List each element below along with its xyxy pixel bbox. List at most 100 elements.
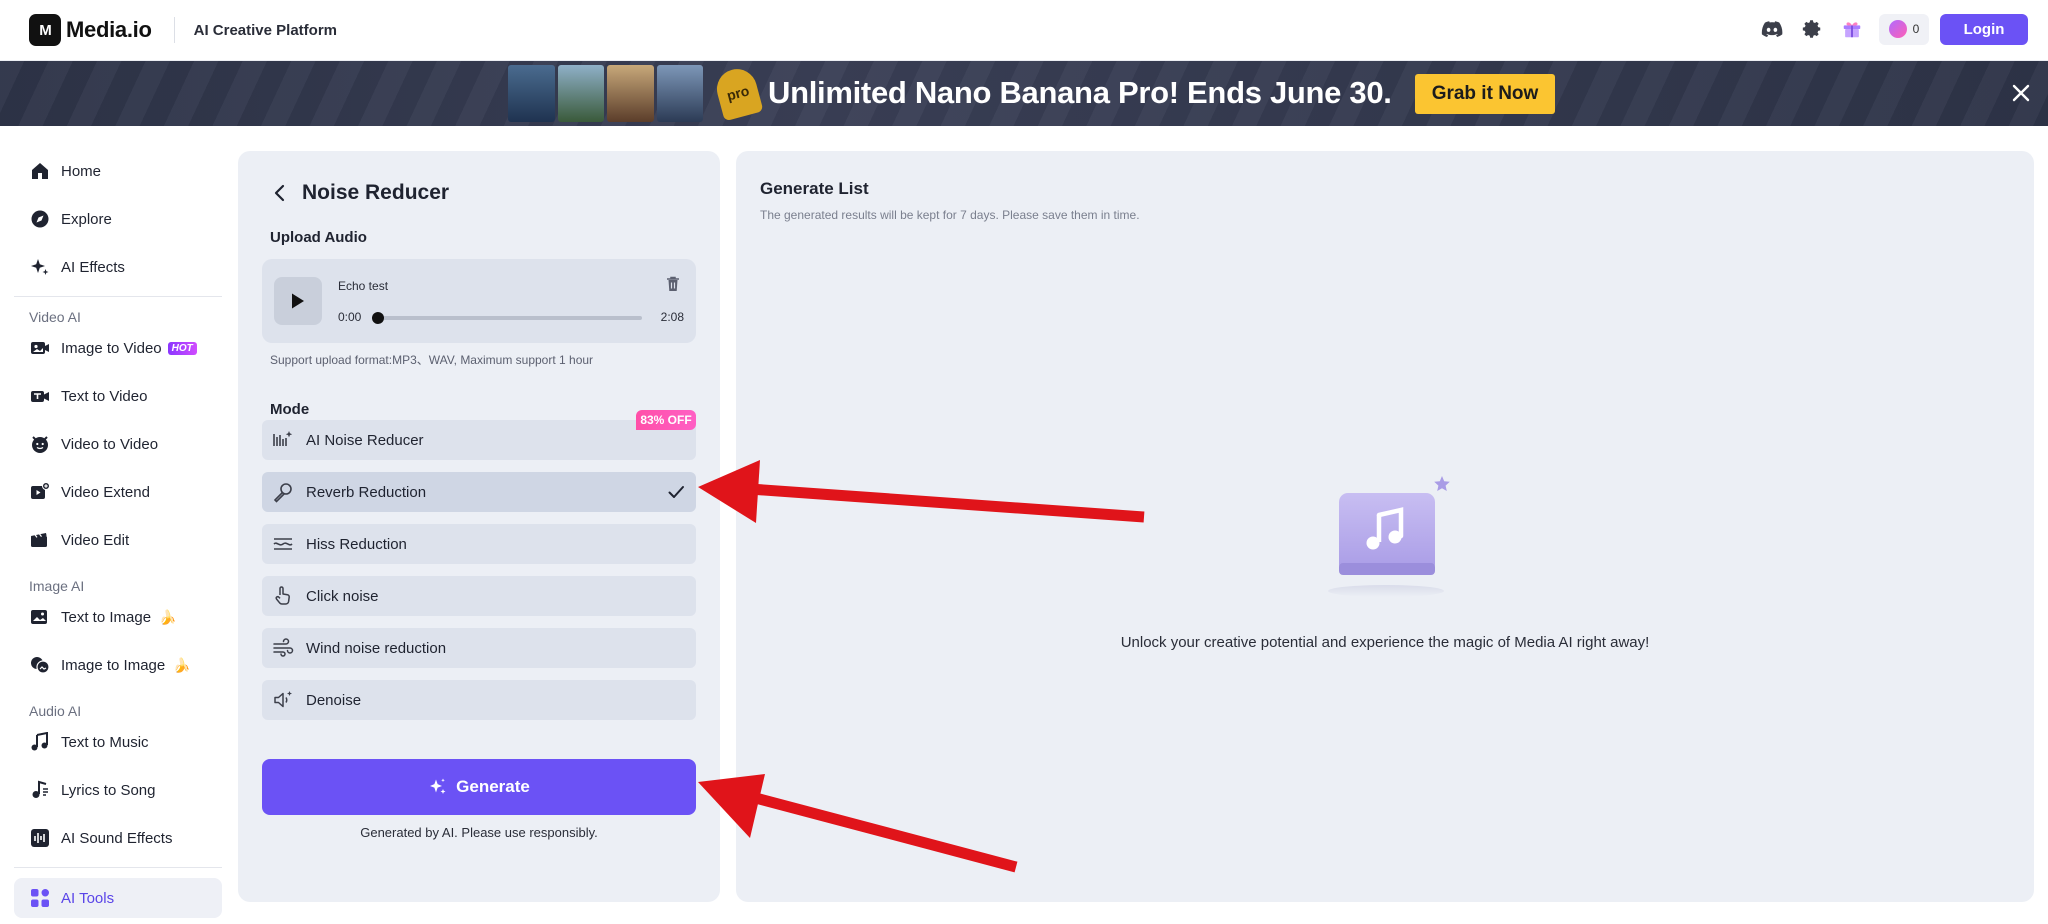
sidebar-item-label: Image to Image: [61, 656, 166, 674]
banana-icon: 🍌: [173, 656, 191, 673]
credits-counter[interactable]: 0: [1879, 13, 1929, 45]
sidebar-item-label: Text to Music: [61, 733, 149, 751]
waveform-sparkle-icon: [272, 429, 294, 451]
mode-label: Mode: [270, 401, 310, 418]
panel-header: Noise Reducer: [270, 181, 449, 205]
login-button[interactable]: Login: [1940, 13, 2028, 45]
mode-label-text: Click noise: [306, 587, 379, 605]
audio-progress-handle[interactable]: [372, 312, 384, 324]
sidebar-item-home[interactable]: Home: [29, 156, 101, 186]
apps-grid-icon: [29, 887, 51, 909]
sliders-icon: [272, 533, 294, 555]
logo-mark-icon: M: [29, 14, 61, 46]
sidebar-divider: [14, 296, 222, 297]
mode-wind-noise-reduction[interactable]: Wind noise reduction: [262, 628, 696, 668]
image-video-icon: [29, 337, 51, 359]
sidebar-item-label: Home: [61, 162, 102, 180]
generate-button[interactable]: Generate: [262, 759, 696, 815]
sparkle-icon: [29, 256, 51, 278]
banana-icon: 🍌: [159, 608, 177, 625]
mode-click-noise[interactable]: Click noise: [262, 576, 696, 616]
promo-banner[interactable]: pro Unlimited Nano Banana Pro! Ends June…: [0, 61, 2048, 126]
sidebar-item-ai-effects[interactable]: AI Effects: [29, 252, 125, 282]
mode-hiss-reduction[interactable]: Hiss Reduction: [262, 524, 696, 564]
sidebar-item-text-to-music[interactable]: Text to Music: [29, 727, 149, 757]
close-icon[interactable]: [2008, 80, 2034, 106]
audio-progress-track[interactable]: [376, 316, 642, 320]
mode-reverb-reduction[interactable]: Reverb Reduction: [262, 472, 696, 512]
credits-gem-icon: [1888, 20, 1907, 38]
discount-badge: 83% OFF: [636, 410, 696, 430]
sidebar-item-label: AI Sound Effects: [61, 829, 173, 847]
sparkle-icon: [430, 778, 446, 794]
banner-image-collage: [508, 65, 706, 122]
play-button[interactable]: [274, 277, 322, 325]
grab-it-now-button[interactable]: Grab it Now: [1415, 74, 1555, 114]
discord-icon[interactable]: [1759, 16, 1785, 42]
mode-ai-noise-reducer[interactable]: AI Noise Reducer: [262, 420, 696, 460]
sidebar: Home Explore AI Effects Video AI Image t…: [0, 126, 236, 924]
generate-list-title: Generate List: [760, 179, 869, 198]
banner-image-1: [508, 65, 555, 122]
sidebar-item-label: Video Edit: [61, 531, 130, 549]
settings-gear-icon[interactable]: [1799, 16, 1825, 42]
face-video-icon: [29, 433, 51, 455]
sidebar-item-label: Text to Video: [61, 387, 148, 405]
banner-headline: Unlimited Nano Banana Pro! Ends June 30.: [768, 75, 1392, 110]
mode-label-text: AI Noise Reducer: [306, 431, 424, 449]
sidebar-item-text-to-video[interactable]: Text to Video: [29, 381, 147, 411]
empty-state-message: Unlock your creative potential and exper…: [1120, 634, 1650, 651]
sidebar-item-image-to-video[interactable]: Image to Video HOT: [29, 333, 197, 363]
sidebar-item-video-extend[interactable]: Video Extend: [29, 477, 150, 507]
header-actions: 0 Login: [1759, 13, 2028, 45]
sidebar-item-label: Lyrics to Song: [61, 781, 156, 799]
generate-list-panel: Generate List The generated results will…: [736, 151, 2034, 902]
logo[interactable]: M Media.io: [29, 14, 152, 46]
support-format-text: Support upload format:MP3、WAV, Maximum s…: [270, 353, 594, 367]
credits-count: 0: [1912, 22, 1920, 36]
sidebar-item-video-to-video[interactable]: Video to Video: [29, 429, 158, 459]
generate-list-subtitle: The generated results will be kept for 7…: [760, 208, 1140, 222]
microphone-icon: [272, 481, 294, 503]
sidebar-item-text-to-image[interactable]: Text to Image 🍌: [29, 602, 176, 632]
sidebar-item-label: Video Extend: [61, 483, 150, 501]
mode-label-text: Reverb Reduction: [306, 483, 427, 501]
ai-disclaimer: Generated by AI. Please use responsibly.: [360, 825, 598, 840]
sidebar-item-video-edit[interactable]: Video Edit: [29, 525, 129, 555]
checkmark-icon: [666, 482, 686, 502]
home-icon: [29, 160, 51, 182]
sound-effects-icon: [29, 827, 51, 849]
gift-icon[interactable]: [1839, 16, 1865, 42]
music-note-icon: [29, 731, 51, 753]
play-icon: [292, 293, 304, 309]
lyrics-note-icon: [29, 779, 51, 801]
video-extend-icon: [29, 481, 51, 503]
sidebar-divider: [14, 867, 222, 868]
audio-file-name: Echo test: [338, 279, 389, 293]
wind-icon: [272, 637, 294, 659]
banner-image-3: [607, 65, 654, 122]
mode-label-text: Wind noise reduction: [306, 639, 447, 657]
banner-image-2: [557, 65, 604, 122]
video-edit-icon: [29, 529, 51, 551]
sidebar-item-image-to-image[interactable]: Image to Image 🍌: [29, 650, 191, 680]
mode-denoise[interactable]: Denoise: [262, 680, 696, 720]
sidebar-item-label: Video to Video: [61, 435, 159, 453]
current-time: 0:00: [338, 310, 362, 324]
sidebar-item-label: AI Tools: [61, 889, 115, 907]
sidebar-item-ai-sound-effects[interactable]: AI Sound Effects: [29, 823, 172, 853]
sidebar-item-explore[interactable]: Explore: [29, 204, 112, 234]
trash-icon[interactable]: [664, 275, 682, 293]
text-video-icon: [29, 385, 51, 407]
header-divider: [173, 17, 175, 43]
mode-label-text: Denoise: [306, 691, 362, 709]
text-image-icon: [29, 606, 51, 628]
speaker-icon: [272, 689, 294, 711]
sidebar-item-lyrics-to-song[interactable]: Lyrics to Song: [29, 775, 156, 805]
back-arrow-icon[interactable]: [270, 183, 290, 203]
compass-icon: [29, 208, 51, 230]
generate-button-label: Generate: [456, 777, 530, 796]
music-folder-illustration-icon: [1313, 471, 1463, 601]
hot-badge: HOT: [167, 341, 197, 355]
sidebar-item-ai-tools[interactable]: AI Tools: [29, 883, 114, 913]
